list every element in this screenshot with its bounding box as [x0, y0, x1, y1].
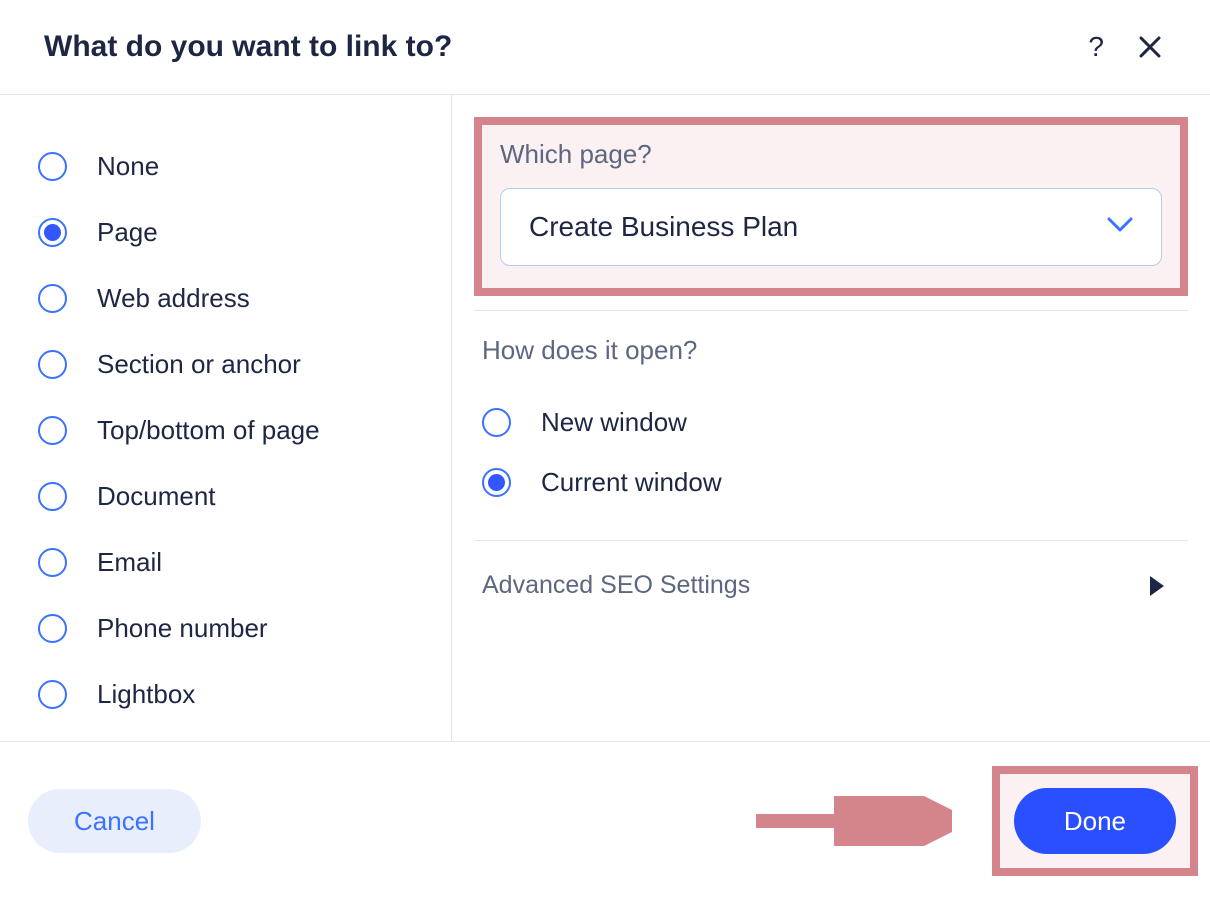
link-type-none[interactable]: None [38, 133, 421, 199]
radio-icon [38, 416, 67, 445]
page-select-value: Create Business Plan [529, 211, 1107, 243]
page-select[interactable]: Create Business Plan [500, 188, 1162, 266]
open-behavior-section: How does it open? New window Current win… [474, 311, 1188, 512]
link-type-section-anchor[interactable]: Section or anchor [38, 331, 421, 397]
radio-icon [482, 468, 511, 497]
open-behavior-options: New window Current window [482, 392, 1180, 512]
annotation-highlight-which-page: Which page? Create Business Plan [474, 117, 1188, 296]
link-type-label: None [97, 151, 159, 182]
radio-icon [38, 152, 67, 181]
chevron-down-icon [1107, 216, 1133, 239]
radio-icon [38, 350, 67, 379]
link-type-list: None Page Web address Section or anchor … [0, 95, 452, 741]
link-dialog: What do you want to link to? ? None Page… [0, 0, 1210, 900]
link-type-top-bottom[interactable]: Top/bottom of page [38, 397, 421, 463]
link-type-phone[interactable]: Phone number [38, 595, 421, 661]
link-settings-panel: Which page? Create Business Plan How doe… [452, 95, 1210, 741]
link-type-lightbox[interactable]: Lightbox [38, 661, 421, 727]
cancel-button[interactable]: Cancel [28, 789, 201, 853]
chevron-right-icon [1150, 576, 1164, 596]
open-option-label: New window [541, 407, 687, 438]
link-type-document[interactable]: Document [38, 463, 421, 529]
link-type-label: Email [97, 547, 162, 578]
radio-icon [38, 218, 67, 247]
link-type-label: Section or anchor [97, 349, 301, 380]
link-type-label: Top/bottom of page [97, 415, 320, 446]
dialog-title: What do you want to link to? [44, 30, 1088, 64]
open-option-label: Current window [541, 467, 722, 498]
dialog-header: What do you want to link to? ? [0, 0, 1210, 95]
radio-icon [38, 614, 67, 643]
link-type-label: Document [97, 481, 216, 512]
advanced-seo-toggle[interactable]: Advanced SEO Settings [474, 541, 1188, 620]
header-actions: ? [1088, 33, 1162, 61]
radio-icon [38, 680, 67, 709]
link-type-label: Phone number [97, 613, 268, 644]
open-option-new-window[interactable]: New window [482, 392, 1180, 452]
radio-icon [38, 482, 67, 511]
which-page-label: Which page? [500, 139, 1162, 170]
link-type-label: Lightbox [97, 679, 195, 710]
link-type-web-address[interactable]: Web address [38, 265, 421, 331]
close-icon[interactable] [1138, 35, 1162, 59]
annotation-arrow-icon [752, 796, 952, 846]
dialog-body: None Page Web address Section or anchor … [0, 95, 1210, 741]
help-icon[interactable]: ? [1088, 33, 1104, 61]
link-type-label: Page [97, 217, 158, 248]
annotation-highlight-done: Done [992, 766, 1198, 876]
radio-icon [38, 284, 67, 313]
link-type-label: Web address [97, 283, 250, 314]
link-type-email[interactable]: Email [38, 529, 421, 595]
dialog-footer: Cancel Done [0, 741, 1210, 900]
open-option-current-window[interactable]: Current window [482, 452, 1180, 512]
done-button-label: Done [1064, 806, 1126, 837]
done-button[interactable]: Done [1014, 788, 1176, 854]
open-behavior-label: How does it open? [482, 335, 1180, 366]
radio-icon [38, 548, 67, 577]
cancel-button-label: Cancel [74, 806, 155, 837]
radio-icon [482, 408, 511, 437]
link-type-page[interactable]: Page [38, 199, 421, 265]
advanced-seo-label: Advanced SEO Settings [482, 571, 750, 600]
